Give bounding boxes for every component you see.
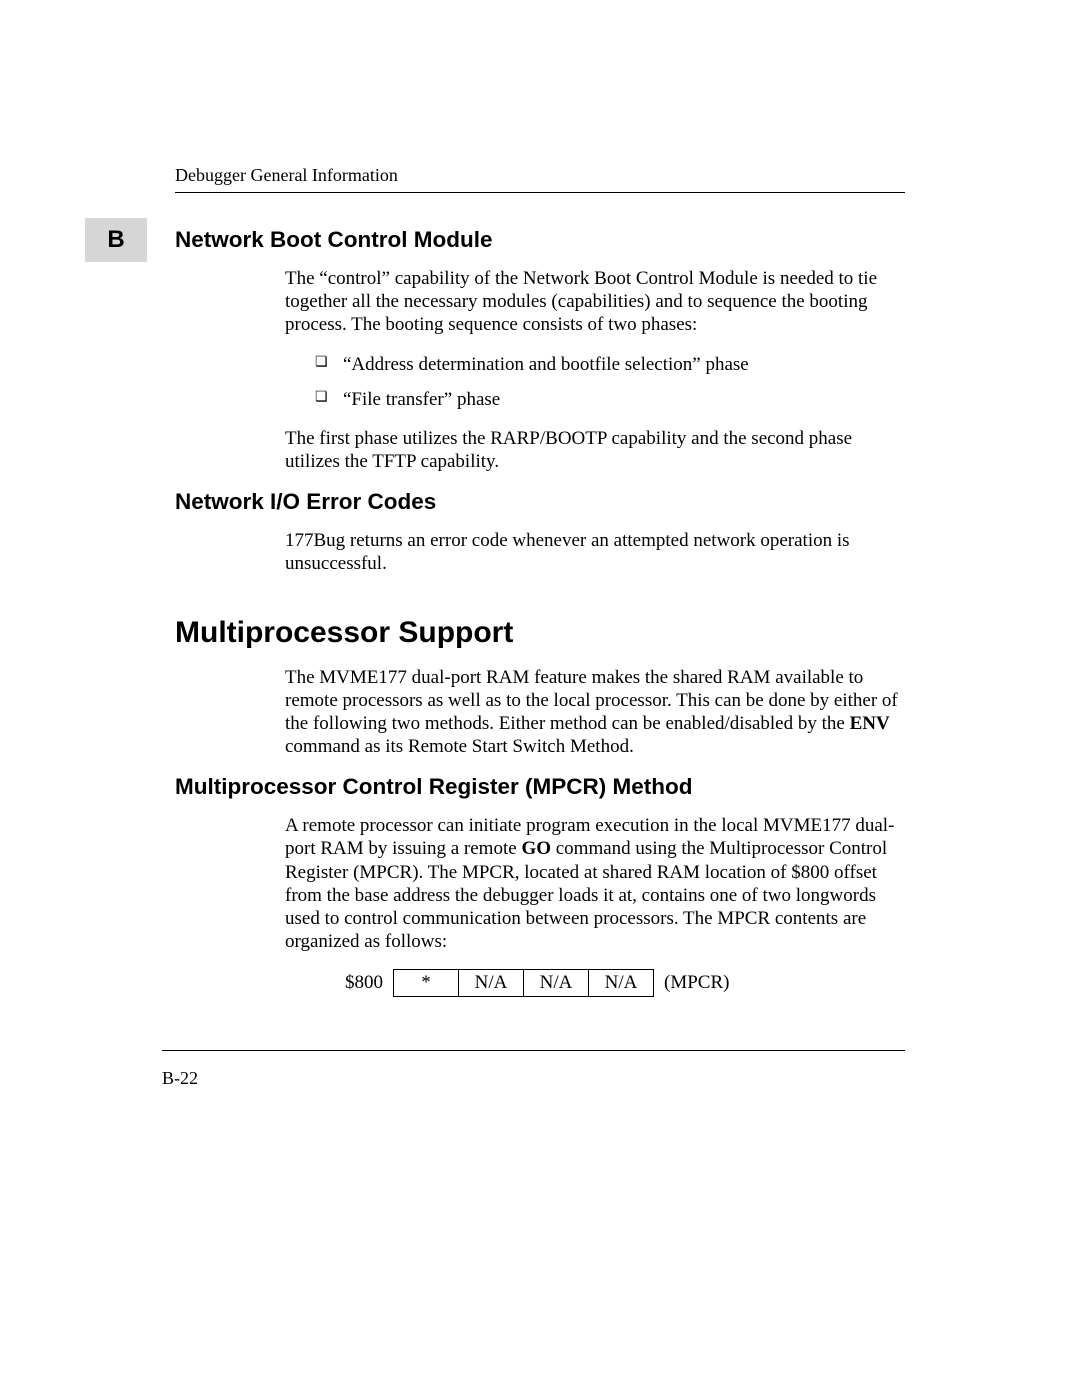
page-number: B-22 <box>162 1068 198 1089</box>
text-run: command as its Remote Start Switch Metho… <box>285 736 634 757</box>
bullet-list: “Address determination and bootfile sele… <box>315 353 905 411</box>
running-head: Debugger General Information <box>175 165 905 186</box>
heading-network-error: Network I/O Error Codes <box>175 489 905 515</box>
para: The first phase utilizes the RARP/BOOTP … <box>285 427 905 473</box>
body-multi: The MVME177 dual-port RAM feature makes … <box>285 666 905 759</box>
para: The MVME177 dual-port RAM feature makes … <box>285 666 905 759</box>
reg-cell: * <box>394 970 459 997</box>
document-page: Debugger General Information B Network B… <box>0 0 1080 1397</box>
heading-mpcr: Multiprocessor Control Register (MPCR) M… <box>175 774 905 800</box>
appendix-tab: B <box>85 218 147 262</box>
top-rule <box>175 192 905 193</box>
register-layout: $800 * N/A N/A N/A (MPCR) <box>345 969 905 997</box>
register-table: * N/A N/A N/A <box>393 969 654 997</box>
register-label: (MPCR) <box>664 972 729 994</box>
bold-env: ENV <box>850 713 890 734</box>
bottom-rule <box>162 1050 905 1051</box>
register-address: $800 <box>345 972 383 994</box>
para: The “control” capability of the Network … <box>285 267 905 337</box>
list-item: “File transfer” phase <box>315 388 905 411</box>
body-mpcr: A remote processor can initiate program … <box>285 814 905 997</box>
para: A remote processor can initiate program … <box>285 814 905 953</box>
list-item: “Address determination and bootfile sele… <box>315 353 905 376</box>
body-neterr: 177Bug returns an error code whenever an… <box>285 529 905 575</box>
content-area: Network Boot Control Module The “control… <box>175 227 905 997</box>
body-netboot: The “control” capability of the Network … <box>285 267 905 473</box>
reg-cell: N/A <box>459 970 524 997</box>
heading-network-boot: Network Boot Control Module <box>175 227 905 253</box>
reg-cell: N/A <box>589 970 654 997</box>
text-run: The MVME177 dual-port RAM feature makes … <box>285 667 898 734</box>
para: 177Bug returns an error code whenever an… <box>285 529 905 575</box>
bold-go: GO <box>521 838 551 859</box>
heading-multiprocessor: Multiprocessor Support <box>175 616 905 650</box>
reg-cell: N/A <box>524 970 589 997</box>
